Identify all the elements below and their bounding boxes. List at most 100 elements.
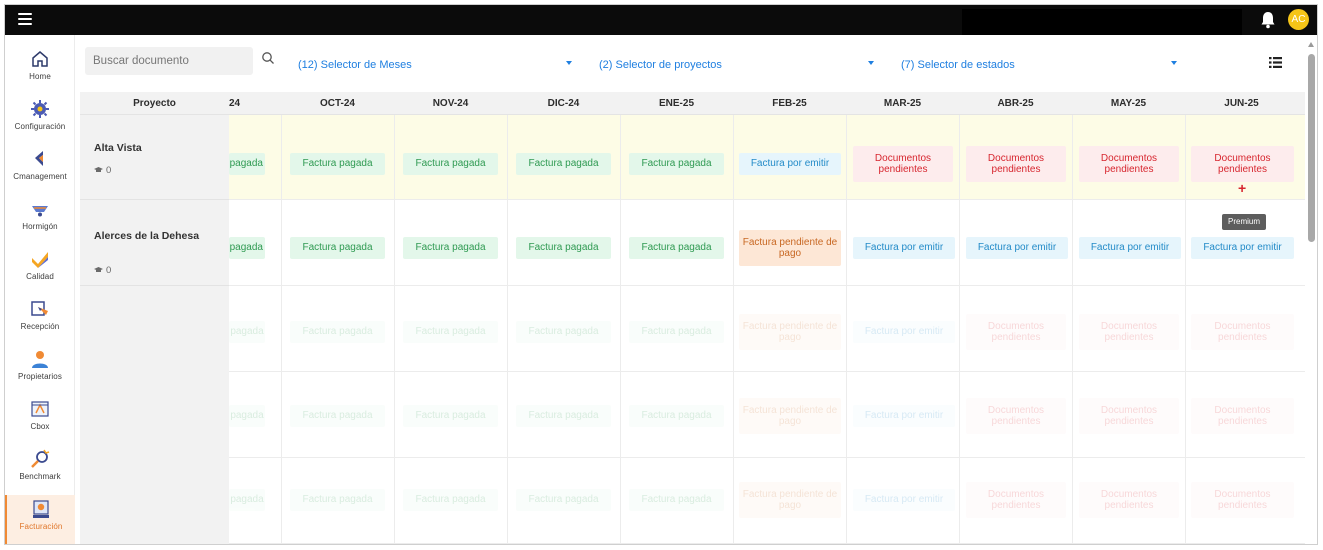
- column-header-month: MAR-25: [883, 98, 922, 109]
- bell-icon[interactable]: [1260, 11, 1276, 29]
- months-selector-label: (12) Selector de Meses: [298, 59, 412, 71]
- status-badge[interactable]: Documentos pendientes: [853, 146, 953, 182]
- status-badge[interactable]: Factura pagada: [516, 153, 611, 175]
- sidebar-item-label: Home: [29, 72, 51, 81]
- scroll-thumb[interactable]: [1308, 54, 1315, 242]
- sidebar-item-cmanagement[interactable]: Cmanagement: [5, 145, 75, 195]
- status-badge[interactable]: Factura pagada: [629, 237, 724, 259]
- project-count: 0: [94, 265, 111, 276]
- sidebar-item-recepcion[interactable]: Recepción: [5, 295, 75, 345]
- column-divider: [1072, 115, 1073, 544]
- project-count-value: 0: [106, 265, 112, 276]
- sidebar-item-home[interactable]: Home: [5, 45, 75, 95]
- gear-icon: [31, 100, 49, 118]
- column-divider: [394, 115, 395, 544]
- scroll-up-icon[interactable]: [1308, 42, 1314, 47]
- sidebar-item-hormigon[interactable]: Hormigón: [5, 195, 75, 245]
- billing-icon: [33, 500, 49, 518]
- add-document-button[interactable]: +: [1238, 180, 1246, 196]
- status-badge[interactable]: Factura pagada: [290, 237, 385, 259]
- placeholder-badge: Factura pagada: [403, 489, 498, 511]
- project-row[interactable]: Alta Vista 0: [80, 115, 229, 200]
- column-divider: [507, 115, 508, 544]
- status-badge[interactable]: Documentos pendientes: [966, 146, 1066, 182]
- placeholder-badge: Documentos pendientes: [1191, 398, 1294, 434]
- sidebar-item-configuracion[interactable]: Configuración: [5, 95, 75, 145]
- placeholder-badge: Factura pagada: [629, 489, 724, 511]
- placeholder-badge: Factura pagada: [629, 321, 724, 343]
- column-header-month: NOV-24: [432, 98, 469, 109]
- graduation-cap-icon: [94, 167, 103, 173]
- placeholder-badge: Documentos pendientes: [1191, 482, 1294, 518]
- column-divider: [733, 115, 734, 544]
- premium-tooltip: Premium: [1222, 214, 1267, 230]
- sidebar-item-label: Recepción: [20, 322, 60, 331]
- sidebar-item-cbox[interactable]: Cbox: [5, 395, 75, 445]
- column-header-month: DIC-24: [547, 98, 580, 109]
- project-count: 0: [94, 165, 111, 176]
- sidebar-item-benchmark[interactable]: Benchmark: [5, 445, 75, 495]
- status-badge[interactable]: Factura pagada: [403, 237, 498, 259]
- months-selector[interactable]: (12) Selector de Meses: [298, 55, 580, 71]
- status-badge[interactable]: pagada: [229, 153, 265, 175]
- placeholder-badge: Factura por emitir: [853, 405, 955, 427]
- status-badge[interactable]: Factura pagada: [516, 237, 611, 259]
- placeholder-badge: pagada: [229, 405, 265, 427]
- column-header-month: ABR-25: [997, 98, 1034, 109]
- sidebar-item-calidad[interactable]: Calidad: [5, 245, 75, 295]
- sidebar-item-label: Benchmark: [19, 472, 61, 481]
- flag-icon: [35, 151, 43, 166]
- search-input[interactable]: [93, 53, 223, 69]
- menu-icon[interactable]: [18, 13, 32, 25]
- person-icon: [32, 351, 48, 368]
- status-badge[interactable]: Factura pagada: [290, 153, 385, 175]
- app-window: AC Home Configuración Cmanagement Hormig…: [4, 4, 1318, 545]
- placeholder-badge: pagada: [229, 489, 265, 511]
- status-badge[interactable]: Documentos pendientes: [1079, 146, 1179, 182]
- box-icon: [31, 401, 49, 417]
- project-row[interactable]: Alerces de la Dehesa 0: [80, 200, 229, 286]
- projects-selector[interactable]: (2) Selector de proyectos: [599, 55, 884, 71]
- status-badge[interactable]: Factura por emitir: [966, 237, 1068, 259]
- avatar[interactable]: AC: [1288, 9, 1309, 30]
- top-bar: AC: [5, 5, 1317, 35]
- sidebar-item-propietarios[interactable]: Propietarios: [5, 345, 75, 395]
- chevron-down-icon: [868, 61, 874, 65]
- sidebar-item-label: Propietarios: [18, 372, 62, 381]
- sidebar: Home Configuración Cmanagement Hormigón …: [5, 35, 75, 544]
- placeholder-badge: Factura pendiente de pago: [739, 398, 841, 434]
- status-badge[interactable]: Factura por emitir: [1079, 237, 1181, 259]
- placeholder-badge: Factura pagada: [516, 489, 611, 511]
- placeholder-badge: Factura pendiente de pago: [739, 482, 841, 518]
- column-divider: [281, 115, 282, 544]
- status-badge[interactable]: Factura por emitir: [853, 237, 955, 259]
- placeholder-badge: Documentos pendientes: [966, 314, 1066, 350]
- search-icon[interactable]: [261, 51, 275, 65]
- status-badge[interactable]: Factura pagada: [629, 153, 724, 175]
- home-icon: [32, 51, 48, 67]
- status-badge[interactable]: Documentos pendientes: [1191, 146, 1294, 182]
- status-badge[interactable]: Factura pagada: [403, 153, 498, 175]
- sidebar-item-label: Hormigón: [22, 222, 58, 231]
- status-badge[interactable]: Factura por emitir: [739, 153, 841, 175]
- status-badge[interactable]: Factura pendiente de pago: [739, 230, 841, 266]
- sidebar-item-facturacion[interactable]: Facturación: [5, 495, 75, 544]
- column-divider: [620, 115, 621, 544]
- receive-icon: [31, 301, 48, 316]
- column-divider: [959, 115, 960, 544]
- status-badge[interactable]: pagada: [229, 237, 265, 259]
- placeholder-badge: Factura por emitir: [853, 489, 955, 511]
- status-badge[interactable]: Factura por emitir: [1191, 237, 1294, 259]
- search-box[interactable]: [85, 47, 274, 75]
- project-name: Alerces de la Dehesa: [94, 230, 200, 242]
- grid-header: Proyecto 24 OCT-24 NOV-24 DIC-24 ENE-25 …: [80, 92, 1305, 115]
- placeholder-badge: Factura pagada: [403, 405, 498, 427]
- list-view-icon[interactable]: [1269, 57, 1282, 68]
- vertical-scrollbar[interactable]: [1305, 39, 1317, 544]
- column-divider: [1185, 115, 1186, 544]
- column-header-month: FEB-25: [772, 98, 807, 109]
- states-selector[interactable]: (7) Selector de estados: [901, 55, 1181, 71]
- placeholder-badge: Factura pagada: [516, 321, 611, 343]
- column-header-month: JUN-25: [1224, 98, 1259, 109]
- column-header-month: MAY-25: [1110, 98, 1147, 109]
